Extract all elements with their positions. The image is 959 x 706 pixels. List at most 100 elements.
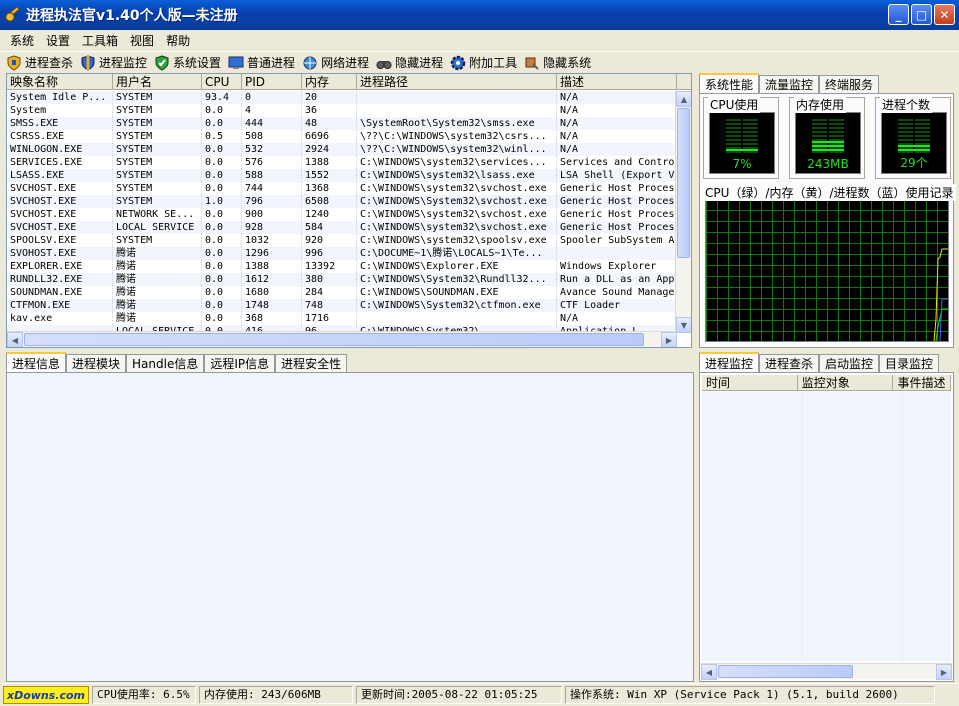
perf-tab-strip: 系统性能 流量监控 终端服务	[699, 73, 954, 93]
table-row[interactable]: EXPLORER.EXE 腾诺 0.0 1388 13392 C:\WINDOWS\Exp…	[7, 260, 677, 273]
table-row[interactable]: SERVICES.EXE SYSTEM 0.0 576 1388 C:\WINDOWS\s…	[7, 156, 677, 169]
table-row[interactable]: SPOOLSV.EXE SYSTEM 0.0 1032 920 C:\WINDOWS\sy…	[7, 234, 677, 247]
cpu-gauge-value: 7%	[732, 157, 752, 171]
table-row[interactable]: CSRSS.EXE SYSTEM 0.5 508 6696 \??\C:\WINDOWS\…	[7, 130, 677, 143]
table-cell: SVCHOST.EXE	[7, 195, 113, 208]
table-row[interactable]: LSASS.EXE SYSTEM 0.0 588 1552 C:\WINDOWS\syst…	[7, 169, 677, 182]
table-row[interactable]: SVCHOST.EXE SYSTEM 1.0 796 6508 C:\WINDOWS\Sy…	[7, 195, 677, 208]
scroll-left-button[interactable]: ◀	[7, 332, 23, 347]
table-cell: 900	[242, 208, 302, 221]
table-cell: 0.0	[202, 117, 242, 130]
menu-view[interactable]: 视图	[124, 32, 160, 49]
network-process-button[interactable]: 网络进程	[302, 54, 369, 71]
scroll-thumb[interactable]	[24, 333, 644, 346]
table-cell: 920	[302, 234, 357, 247]
column-event-description[interactable]: 事件描述	[893, 375, 951, 390]
column-pid[interactable]: PID	[242, 74, 302, 89]
tab-process-info[interactable]: 进程信息	[6, 352, 67, 372]
toolbar: 进程查杀 进程监控 系统设置 普通进程 网络进程 隐藏进程 附加工具 隐藏系统	[0, 51, 959, 73]
tab-startup-monitor[interactable]: 启动监控	[819, 354, 880, 372]
tab-handle-info[interactable]: Handle信息	[126, 354, 205, 372]
table-row[interactable]: SVOHOST.EXE 腾诺 0.0 1296 996 C:\DOCUME~1\腾诺\LO…	[7, 247, 677, 260]
table-cell: SYSTEM	[113, 117, 202, 130]
tab-remote-ip[interactable]: 远程IP信息	[204, 354, 276, 372]
scroll-up-button[interactable]: ▲	[676, 91, 691, 107]
table-row[interactable]: SVCHOST.EXE LOCAL SERVICE 0.0 928 584 C:\WIND…	[7, 221, 677, 234]
table-row[interactable]: SVCHOST.EXE SYSTEM 0.0 744 1368 C:\WINDOWS\sy…	[7, 182, 677, 195]
system-settings-button[interactable]: 系统设置	[154, 54, 221, 71]
tab-directory-monitor[interactable]: 目录监控	[879, 354, 940, 372]
tab-traffic-monitor[interactable]: 流量监控	[759, 75, 820, 93]
close-button[interactable]: ✕	[934, 4, 955, 25]
tab-process-security[interactable]: 进程安全性	[275, 354, 348, 372]
table-cell: C:\WINDOWS\system32\services...	[357, 156, 557, 169]
table-cell: 0.0	[202, 312, 242, 325]
table-cell: SYSTEM	[113, 156, 202, 169]
table-cell: 13392	[302, 260, 357, 273]
hide-system-button[interactable]: 隐藏系统	[524, 54, 591, 71]
table-row[interactable]: SVCHOST.EXE NETWORK SE... 0.0 900 1240 C:\WIN…	[7, 208, 677, 221]
title-bar[interactable]: 进程执法官v1.40个人版—未注册 _ □ ✕	[0, 0, 959, 30]
process-kill-button[interactable]: 进程查杀	[6, 54, 73, 71]
column-username[interactable]: 用户名	[113, 74, 202, 89]
column-monitor-target[interactable]: 监控对象	[798, 375, 894, 390]
menu-help[interactable]: 帮助	[160, 32, 196, 49]
table-cell: N/A	[557, 312, 677, 325]
column-image-name[interactable]: 映象名称	[7, 74, 113, 89]
column-description[interactable]: 描述	[557, 74, 677, 89]
tab-process-monitor[interactable]: 进程监控	[699, 352, 760, 372]
monitor-horizontal-scrollbar[interactable]: ◀ ▶	[701, 663, 952, 680]
hidden-process-button[interactable]: 隐藏进程	[376, 54, 443, 71]
process-info-content[interactable]	[6, 372, 694, 682]
maximize-button[interactable]: □	[911, 4, 932, 25]
table-row[interactable]: SMSS.EXE SYSTEM 0.0 444 48 \SystemRoot\System…	[7, 117, 677, 130]
minimize-button[interactable]: _	[888, 4, 909, 25]
system-performance-panel: 系统性能 流量监控 终端服务 7% CPU使用 243MB 内存使用 29个 进…	[699, 73, 956, 348]
cpu-gauge-label: CPU使用	[708, 96, 761, 113]
table-cell: 6696	[302, 130, 357, 143]
process-monitor-button[interactable]: 进程监控	[80, 54, 147, 71]
table-row[interactable]: System Idle P... SYSTEM 93.4 0 20 N/A	[7, 91, 677, 104]
menu-toolbox[interactable]: 工具箱	[76, 32, 124, 49]
table-row[interactable]: RUNDLL32.EXE 腾诺 0.0 1612 380 C:\WINDOWS\Syste…	[7, 273, 677, 286]
scroll-thumb[interactable]	[677, 108, 690, 258]
table-cell: 0	[242, 91, 302, 104]
column-cpu[interactable]: CPU	[202, 74, 242, 89]
scroll-left-button[interactable]: ◀	[701, 664, 717, 680]
toolbar-label: 隐藏系统	[543, 56, 592, 70]
tab-terminal-service[interactable]: 终端服务	[819, 75, 880, 93]
menu-system[interactable]: 系统	[4, 32, 40, 49]
process-vertical-scrollbar[interactable]: ▲ ▼	[675, 91, 691, 333]
table-row[interactable]: System SYSTEM 0.0 4 36 N/A	[7, 104, 677, 117]
shield-check-icon	[155, 54, 169, 71]
tab-process-kill[interactable]: 进程查杀	[759, 354, 820, 372]
table-row[interactable]: SOUNDMAN.EXE 腾诺 0.0 1680 284 C:\WINDOWS\SOUND…	[7, 286, 677, 299]
process-horizontal-scrollbar[interactable]: ◀ ▶	[7, 331, 677, 347]
table-row[interactable]: CTFMON.EXE 腾诺 0.0 1748 748 C:\WINDOWS\System3…	[7, 299, 677, 312]
table-cell: C:\WINDOWS\Explorer.EXE	[357, 260, 557, 273]
scroll-right-button[interactable]: ▶	[936, 664, 952, 680]
table-row[interactable]: kav.exe 腾诺 0.0 368 1716 N/A	[7, 312, 677, 325]
menu-settings[interactable]: 设置	[40, 32, 76, 49]
scroll-down-button[interactable]: ▼	[676, 317, 691, 333]
table-cell: 0.0	[202, 234, 242, 247]
normal-process-button[interactable]: 普通进程	[228, 54, 295, 71]
process-list[interactable]: 映象名称 用户名 CPU PID 内存 进程路径 描述 System Idle …	[6, 73, 692, 348]
scroll-right-button[interactable]: ▶	[661, 332, 677, 347]
scroll-thumb[interactable]	[718, 665, 853, 678]
table-row[interactable]: WINLOGON.EXE SYSTEM 0.0 532 2924 \??\C:\WINDO…	[7, 143, 677, 156]
tab-system-performance[interactable]: 系统性能	[699, 73, 760, 93]
tab-process-modules[interactable]: 进程模块	[66, 354, 127, 372]
column-path[interactable]: 进程路径	[357, 74, 557, 89]
table-cell: 508	[242, 130, 302, 143]
table-cell: 748	[302, 299, 357, 312]
column-memory[interactable]: 内存	[302, 74, 357, 89]
table-cell: 1748	[242, 299, 302, 312]
table-cell: 444	[242, 117, 302, 130]
table-cell: 928	[242, 221, 302, 234]
monitor-list[interactable]	[702, 392, 951, 661]
column-time[interactable]: 时间	[702, 375, 798, 390]
extra-tools-button[interactable]: 附加工具	[450, 54, 517, 71]
table-cell: N/A	[557, 117, 677, 130]
table-cell: SVCHOST.EXE	[7, 221, 113, 234]
